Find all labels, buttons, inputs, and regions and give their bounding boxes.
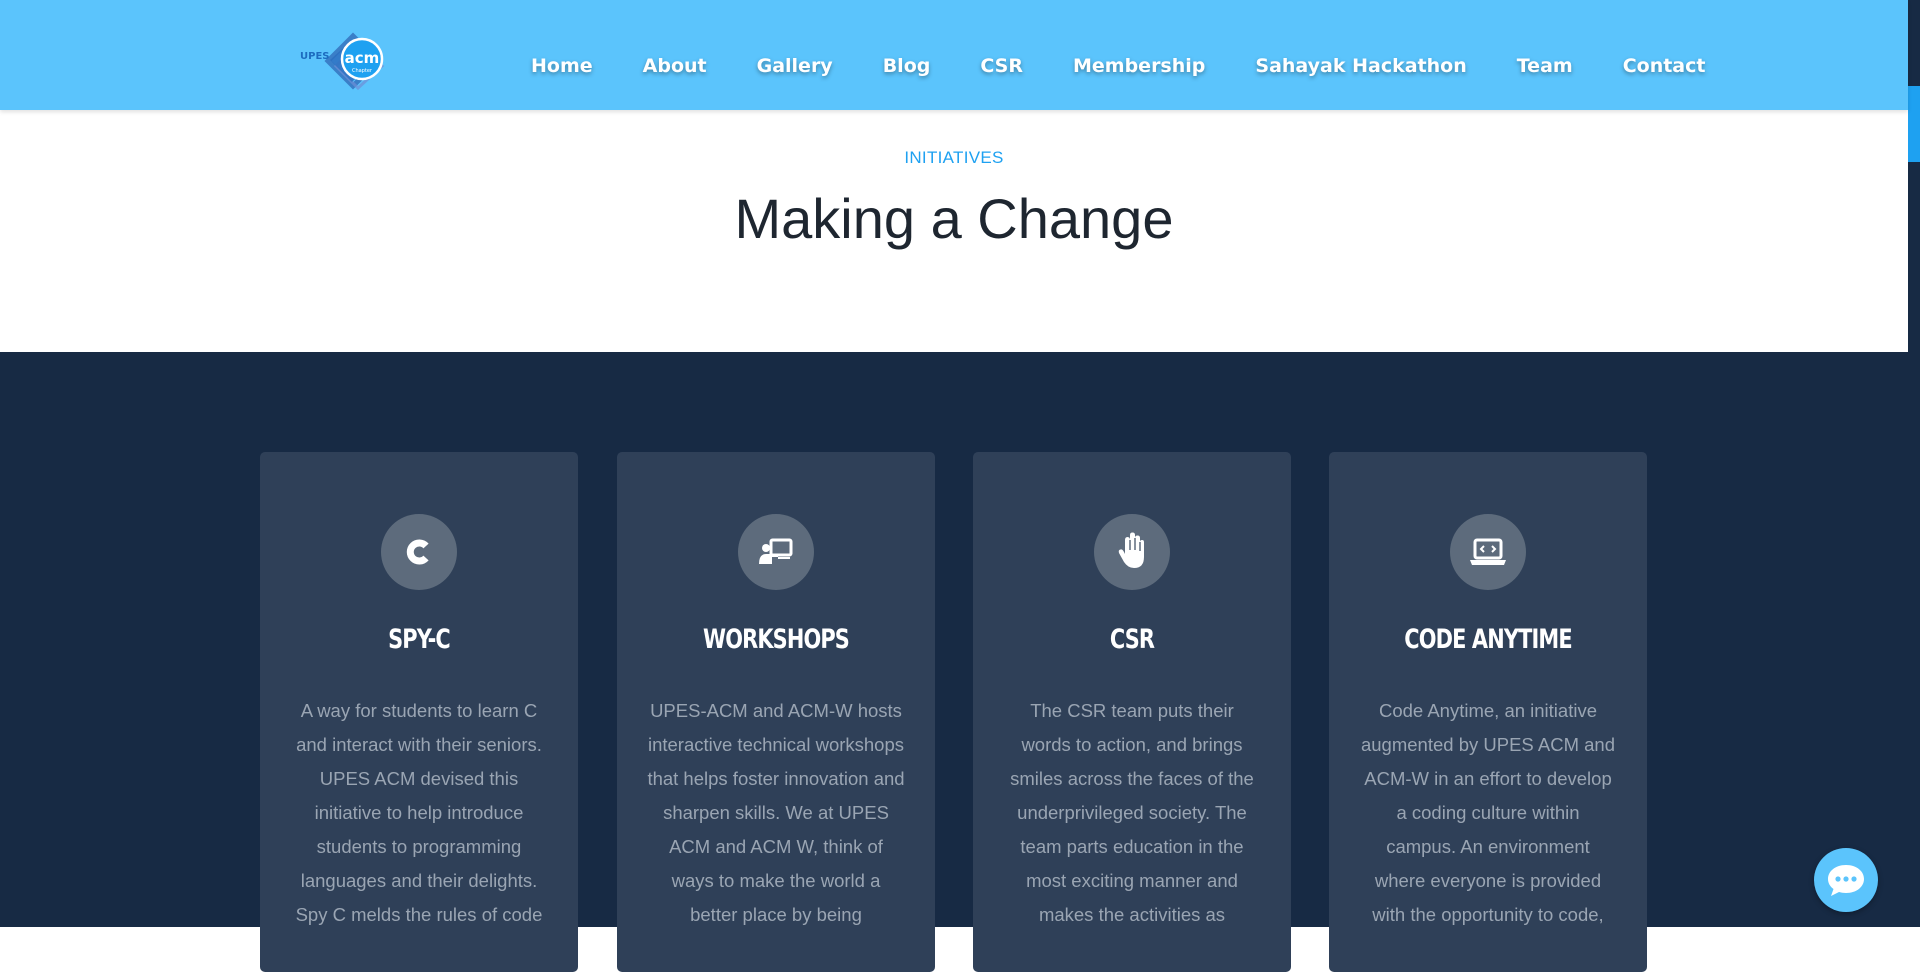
card-csr: CSR The CSR team puts their words to act…: [973, 452, 1291, 972]
main-nav: Home About Gallery Blog CSR Membership S…: [506, 42, 1730, 90]
card-code-anytime: CODE ANYTIME Code Anytime, an initiative…: [1329, 452, 1647, 972]
nav-team[interactable]: Team: [1517, 55, 1573, 77]
nav-about[interactable]: About: [643, 55, 707, 77]
card-description: UPES-ACM and ACM-W hosts interactive tec…: [647, 700, 905, 925]
nav-contact[interactable]: Contact: [1623, 55, 1706, 77]
card-description: Code Anytime, an initiative augmented by…: [1360, 700, 1615, 925]
nav-gallery[interactable]: Gallery: [757, 55, 833, 77]
card-spy-c: SPY-C A way for students to learn C and …: [260, 452, 578, 972]
section-eyebrow: INITIATIVES: [904, 148, 1004, 167]
initiatives-cards-section: SPY-C A way for students to learn C and …: [0, 352, 1908, 972]
laptop-code-icon: [1470, 538, 1506, 565]
card-title: WORKSHOPS: [703, 624, 850, 655]
presentation-icon: [759, 538, 793, 564]
logo-graphic: acm Chapter UPES: [300, 32, 385, 91]
card-workshops: WORKSHOPS UPES-ACM and ACM-W hosts inter…: [617, 452, 935, 972]
chat-button[interactable]: [1814, 848, 1878, 912]
card-title: CSR: [1109, 624, 1155, 655]
nav-membership[interactable]: Membership: [1073, 55, 1205, 77]
site-header: acm Chapter UPES Home About Gallery Blog…: [0, 0, 1908, 110]
hand-icon: [1118, 532, 1144, 568]
card-description: A way for students to learn C and intera…: [295, 700, 543, 925]
nav-csr[interactable]: CSR: [980, 55, 1023, 77]
card-icon-circle: [1094, 514, 1170, 590]
scrollbar-thumb[interactable]: [1908, 86, 1920, 162]
nav-home[interactable]: Home: [531, 55, 593, 77]
upes-acm-logo[interactable]: acm Chapter UPES: [298, 26, 396, 96]
initiatives-intro: INITIATIVES Making a Change: [0, 110, 1908, 352]
logo-upes-text: UPES: [300, 51, 329, 62]
chat-icon: [1828, 865, 1864, 896]
section-title: Making a Change: [734, 187, 1174, 250]
card-title: SPY-C: [388, 624, 451, 655]
nav-sahayak-hackathon[interactable]: Sahayak Hackathon: [1255, 55, 1466, 77]
card-icon-circle: [381, 514, 457, 590]
logo-acm-text: acm: [345, 49, 380, 67]
card-icon-circle: [738, 514, 814, 590]
logo-chapter-text: Chapter: [352, 68, 373, 74]
card-title: CODE ANYTIME: [1404, 624, 1572, 655]
card-description: The CSR team puts their words to action,…: [1010, 700, 1254, 925]
card-icon-circle: [1450, 514, 1526, 590]
nav-blog[interactable]: Blog: [883, 55, 931, 77]
c-letter-icon: [406, 539, 429, 565]
